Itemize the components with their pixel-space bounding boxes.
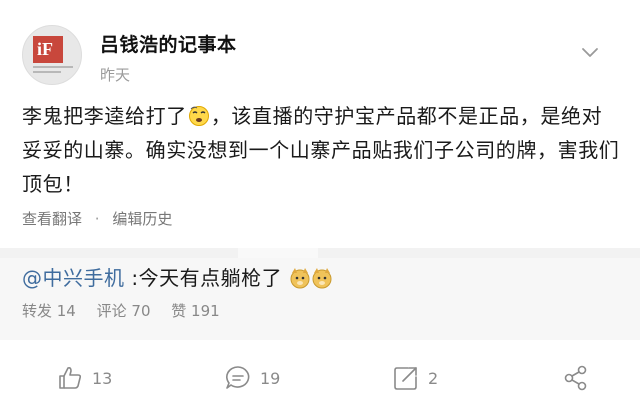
avatar-caption bbox=[33, 66, 73, 76]
divider-highlight bbox=[238, 248, 318, 258]
edit-history-link[interactable]: 编辑历史 bbox=[112, 210, 172, 228]
share-icon bbox=[564, 365, 587, 391]
doge-emoji-icon bbox=[290, 268, 310, 289]
like-button[interactable]: 13 bbox=[56, 364, 112, 392]
translate-link[interactable]: 查看翻译 bbox=[22, 210, 82, 228]
author-name[interactable]: 吕钱浩的记事本 bbox=[100, 30, 237, 57]
post-meta-links: 查看翻译 · 编辑历史 bbox=[22, 208, 172, 229]
repost-button[interactable]: 2 bbox=[392, 364, 438, 392]
repost-icon bbox=[394, 367, 417, 390]
doge-emoji-icon-2 bbox=[312, 268, 332, 289]
repost-text: :今天有点躺枪了 bbox=[124, 266, 283, 290]
avatar-logo: iF bbox=[33, 36, 63, 63]
post-body: 李鬼把李逵给打了 ，该直播的守护宝产品都不是正品，是绝对妥妥的山寨。确实没想到一… bbox=[22, 99, 622, 201]
comment-icon bbox=[226, 366, 250, 389]
dizzy-face-emoji-icon bbox=[188, 106, 209, 126]
meta-separator: · bbox=[94, 210, 100, 228]
comment-button[interactable]: 19 bbox=[224, 364, 280, 392]
repost-mention[interactable]: @中兴手机 bbox=[22, 266, 125, 290]
chevron-down-icon[interactable] bbox=[579, 41, 601, 63]
post-body-text-1: 李鬼把李逵给打了 bbox=[22, 104, 187, 128]
divider-band bbox=[0, 248, 640, 258]
like-count: 13 bbox=[92, 368, 113, 388]
thumbs-up-icon bbox=[59, 367, 82, 389]
repost-stats: 转发 14 评论 70 赞 191 bbox=[22, 300, 236, 321]
share-button[interactable] bbox=[562, 364, 598, 392]
comment-count: 19 bbox=[260, 368, 281, 388]
repost-count: 2 bbox=[428, 368, 439, 388]
repost-comment-count[interactable]: 评论 70 bbox=[97, 302, 151, 320]
avatar[interactable]: iF bbox=[22, 25, 82, 85]
repost-line: @中兴手机 :今天有点躺枪了 bbox=[22, 262, 333, 291]
repost-repost-count[interactable]: 转发 14 bbox=[22, 302, 76, 320]
repost-like-count[interactable]: 赞 191 bbox=[171, 302, 219, 320]
post-time: 昨天 bbox=[100, 66, 131, 84]
